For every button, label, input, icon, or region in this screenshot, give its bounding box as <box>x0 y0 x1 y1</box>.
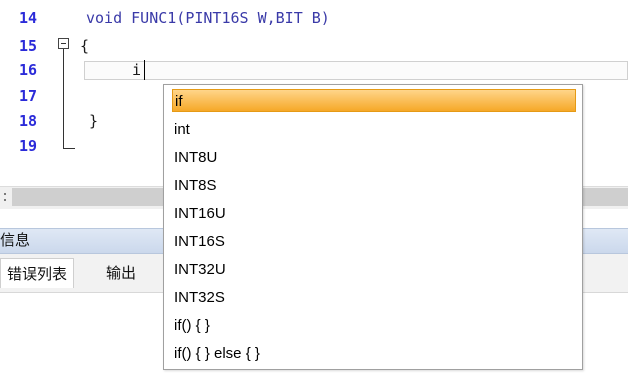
autocomplete-item[interactable]: if <box>172 89 576 112</box>
code-line-15[interactable]: { <box>80 37 89 56</box>
autocomplete-item[interactable]: if() { } <box>172 314 576 337</box>
autocomplete-item[interactable]: INT8U <box>172 146 576 169</box>
line-number: 19 <box>19 137 38 155</box>
tab-output[interactable]: 输出 <box>100 258 142 288</box>
code-line-16[interactable]: i <box>132 61 141 80</box>
fold-guide-end <box>63 148 75 149</box>
line-number: 14 <box>19 9 38 27</box>
autocomplete-item[interactable]: INT32S <box>172 286 576 309</box>
scroll-left-icon[interactable] <box>2 188 8 206</box>
tab-error-list[interactable]: 错误列表 <box>0 258 75 288</box>
line-number: 15 <box>19 37 38 55</box>
autocomplete-item[interactable]: INT32U <box>172 258 576 281</box>
fold-guide-line <box>63 49 64 148</box>
line-number: 17 <box>19 87 38 105</box>
autocomplete-item[interactable]: INT8S <box>172 174 576 197</box>
collapse-toggle-icon[interactable] <box>58 38 69 49</box>
line-number: 18 <box>19 112 38 130</box>
autocomplete-item[interactable]: INT16U <box>172 202 576 225</box>
autocomplete-item[interactable]: INT16S <box>172 230 576 253</box>
autocomplete-popup[interactable]: if int INT8U INT8S INT16U INT16S INT32U … <box>163 84 583 370</box>
panel-title: 信息 <box>0 231 31 249</box>
autocomplete-item[interactable]: int <box>172 118 576 141</box>
code-line-14[interactable]: void FUNC1(PINT16S W,BIT B) <box>86 9 330 28</box>
code-line-18[interactable]: } <box>89 112 98 131</box>
text-caret <box>144 60 145 80</box>
current-line-highlight <box>84 61 628 80</box>
autocomplete-item[interactable]: if() { } else { } <box>172 342 576 365</box>
line-number: 16 <box>19 61 38 79</box>
